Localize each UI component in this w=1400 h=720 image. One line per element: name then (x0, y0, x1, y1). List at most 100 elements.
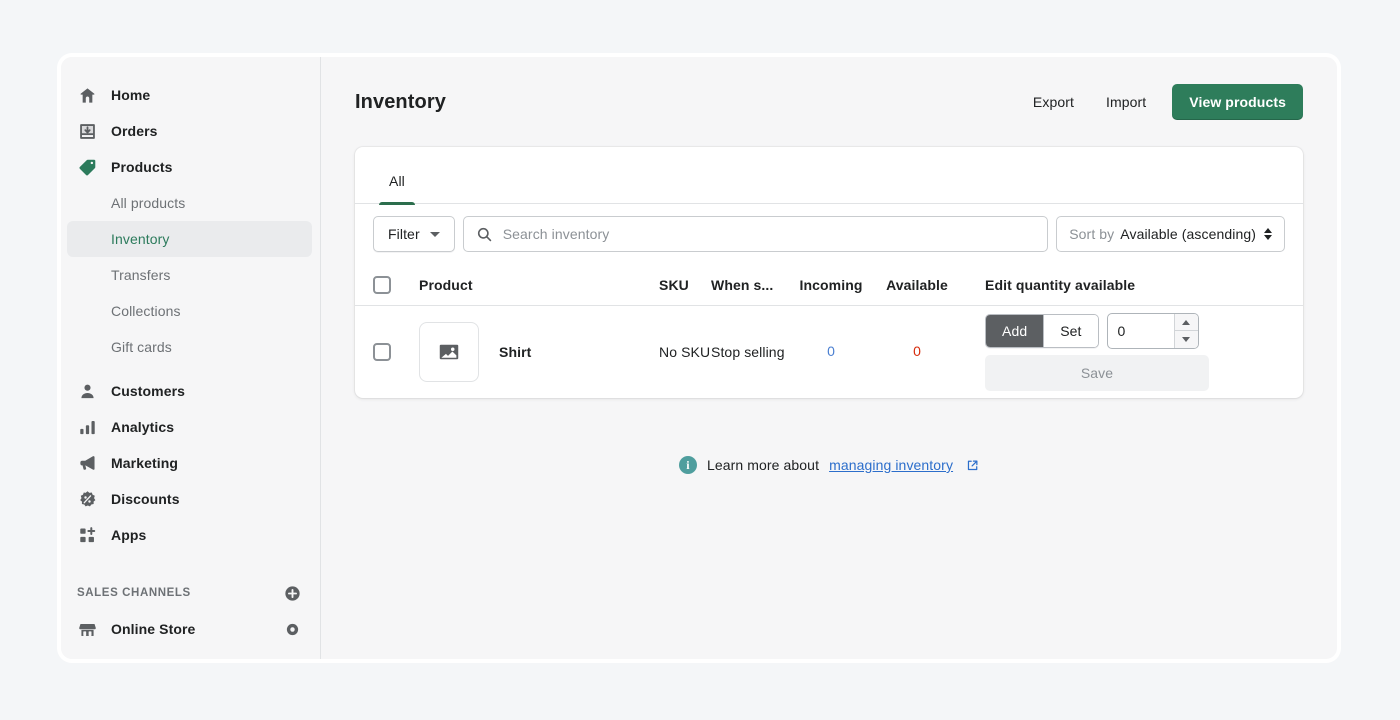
page-title: Inventory (355, 90, 446, 113)
sidebar-item-products[interactable]: Products (67, 149, 312, 185)
available-cell: 0 (869, 343, 965, 361)
sidebar-item-home[interactable]: Home (67, 77, 312, 113)
sidebar: Home Orders Products All products Invent… (61, 57, 321, 659)
tab-list: All (355, 147, 1303, 205)
online-store-left: Online Store (77, 619, 195, 639)
store-icon (77, 619, 97, 639)
column-header-product: Product (419, 276, 473, 293)
managing-inventory-link[interactable]: managing inventory (829, 457, 953, 473)
table-row: Shirt No SKU Stop selling 0 0 Add Set 0 … (355, 306, 1303, 398)
filter-bar: Filter Sort by Available (ascending) (355, 204, 1303, 264)
save-button[interactable]: Save (985, 355, 1209, 391)
image-placeholder-icon (438, 341, 460, 363)
products-tag-icon (77, 157, 97, 177)
sidebar-item-label: Orders (111, 123, 158, 139)
sidebar-item-customers[interactable]: Customers (67, 373, 312, 409)
select-all-cell (373, 275, 419, 294)
marketing-megaphone-icon (77, 453, 97, 473)
sidebar-item-label: Discounts (111, 491, 180, 507)
sidebar-item-label: Customers (111, 383, 186, 399)
stepper-decrement-button[interactable] (1174, 331, 1198, 348)
admin-app-frame: Home Orders Products All products Invent… (60, 56, 1338, 660)
export-button[interactable]: Export (1019, 86, 1088, 118)
when-sold-out-cell: Stop selling (711, 343, 785, 360)
sidebar-subitem-transfers[interactable]: Transfers (67, 257, 312, 293)
import-button[interactable]: Import (1092, 86, 1160, 118)
sidebar-item-online-store[interactable]: Online Store (67, 611, 312, 647)
customers-icon (77, 381, 97, 401)
info-circle-icon: i (678, 456, 697, 474)
sidebar-item-label: Products (111, 159, 173, 175)
sidebar-subitem-inventory[interactable]: Inventory (67, 221, 312, 257)
quantity-editor: Add Set Save (985, 313, 1209, 391)
sort-updown-icon (1264, 228, 1272, 240)
product-thumbnail (419, 322, 479, 382)
caret-up-icon (1182, 319, 1191, 325)
row-checkbox[interactable] (373, 343, 391, 361)
home-icon (77, 85, 97, 105)
page-header: Inventory Export Import View products (355, 77, 1303, 127)
sku-cell: No SKU (659, 343, 711, 360)
sidebar-item-marketing[interactable]: Marketing (67, 445, 312, 481)
tab-all[interactable]: All (373, 173, 421, 205)
quantity-editor-controls: Add Set (985, 313, 1209, 349)
sidebar-subitem-gift-cards[interactable]: Gift cards (67, 329, 312, 365)
table-header-row: Product SKU When s... Incoming Available… (355, 264, 1303, 306)
sidebar-subitem-label: All products (111, 195, 186, 211)
select-all-checkbox[interactable] (373, 275, 391, 294)
row-select-cell (373, 343, 419, 361)
edit-quantity-cell: Add Set Save (965, 313, 1285, 391)
stepper-increment-button[interactable] (1174, 314, 1198, 331)
sort-by-value: Available (ascending) (1120, 226, 1256, 242)
sidebar-item-discounts[interactable]: Discounts (67, 481, 312, 517)
sidebar-item-label: Marketing (111, 455, 179, 471)
quantity-stepper[interactable] (1106, 313, 1199, 349)
incoming-cell: 0 (793, 343, 869, 361)
sidebar-item-label: Online Store (111, 621, 196, 637)
sidebar-subitem-label: Inventory (111, 231, 170, 247)
view-products-button[interactable]: View products (1172, 84, 1303, 120)
sidebar-item-label: Home (111, 87, 151, 103)
chevron-down-icon (429, 231, 440, 237)
incoming-value: 0 (827, 343, 835, 359)
add-mode-button[interactable]: Add (986, 315, 1044, 347)
product-cell: Shirt (419, 322, 659, 382)
sidebar-subitem-label: Transfers (111, 267, 171, 283)
sidebar-item-label: Apps (111, 527, 147, 543)
column-header-edit-quantity: Edit quantity available (985, 276, 1136, 293)
product-name: Shirt (499, 344, 532, 360)
filter-button-label: Filter (388, 226, 420, 242)
discounts-icon (77, 489, 97, 509)
caret-down-icon (1182, 337, 1191, 342)
search-input[interactable] (502, 226, 1036, 242)
sort-by-button[interactable]: Sort by Available (ascending) (1056, 216, 1285, 252)
tab-label: All (389, 173, 405, 189)
column-header-incoming: Incoming (799, 276, 863, 293)
sidebar-subitem-all-products[interactable]: All products (67, 185, 312, 221)
column-header-sku: SKU (659, 276, 689, 293)
plus-circle-icon[interactable] (282, 583, 302, 603)
column-header-when-sold-out: When s... (711, 276, 774, 293)
sidebar-subitem-collections[interactable]: Collections (67, 293, 312, 329)
available-value: 0 (913, 343, 921, 359)
column-header-available: Available (886, 276, 948, 293)
orders-icon (77, 121, 97, 141)
sidebar-item-apps[interactable]: Apps (67, 517, 312, 553)
analytics-icon (77, 417, 97, 437)
quantity-input[interactable] (1107, 314, 1174, 348)
sidebar-subitem-label: Collections (111, 303, 181, 319)
footnote-text: Learn more about (706, 457, 820, 473)
header-actions: Export Import View products (1019, 84, 1303, 120)
sort-by-label: Sort by (1069, 226, 1115, 242)
main-content: Inventory Export Import View products Al… (321, 57, 1337, 659)
filter-button[interactable]: Filter (373, 216, 455, 252)
set-mode-button[interactable]: Set (1043, 315, 1098, 347)
learn-more-footnote: i Learn more about managing inventory (355, 456, 1303, 474)
sales-channels-title: SALES CHANNELS (77, 587, 191, 599)
sidebar-item-label: Analytics (111, 419, 175, 435)
sidebar-item-orders[interactable]: Orders (67, 113, 312, 149)
inventory-card: All Filter Sort by Available (ascending) (355, 147, 1303, 398)
search-inventory-field[interactable] (462, 216, 1049, 252)
sidebar-item-analytics[interactable]: Analytics (67, 409, 312, 445)
eye-icon[interactable] (282, 619, 302, 639)
